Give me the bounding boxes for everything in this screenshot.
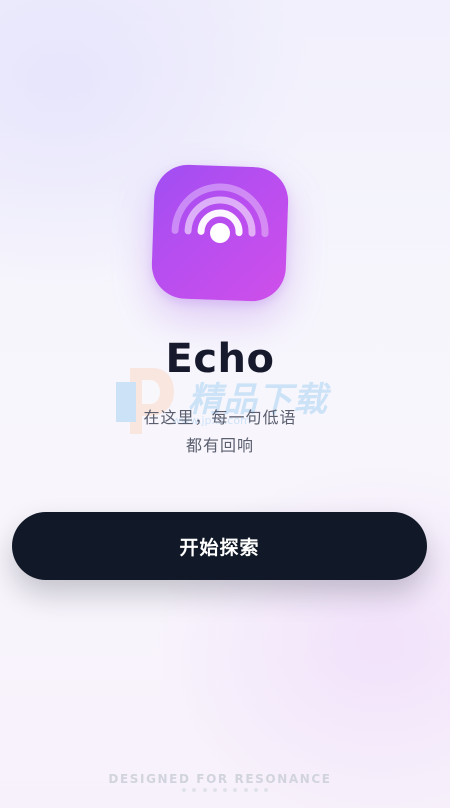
page-indicator [182, 788, 268, 792]
indicator-dot [212, 788, 217, 792]
tagline-line-2: 都有回响 [185, 436, 254, 455]
indicator-dot [182, 788, 186, 792]
indicator-dot [223, 788, 227, 792]
indicator-dot [264, 788, 268, 792]
broadcast-signal-icon [171, 183, 269, 243]
indicator-dot [243, 788, 248, 792]
tagline-line-1: 在这里，每一句低语 [143, 408, 297, 427]
start-explore-button[interactable]: 开始探索 [12, 512, 427, 580]
footer-tagline: DESIGNED FOR RESONANCE [108, 772, 332, 786]
indicator-dot [202, 788, 207, 792]
indicator-dot [233, 788, 238, 792]
indicator-dot [192, 788, 197, 792]
indicator-dot [253, 788, 258, 792]
app-name: Echo [165, 336, 275, 382]
app-logo-icon [150, 163, 290, 303]
